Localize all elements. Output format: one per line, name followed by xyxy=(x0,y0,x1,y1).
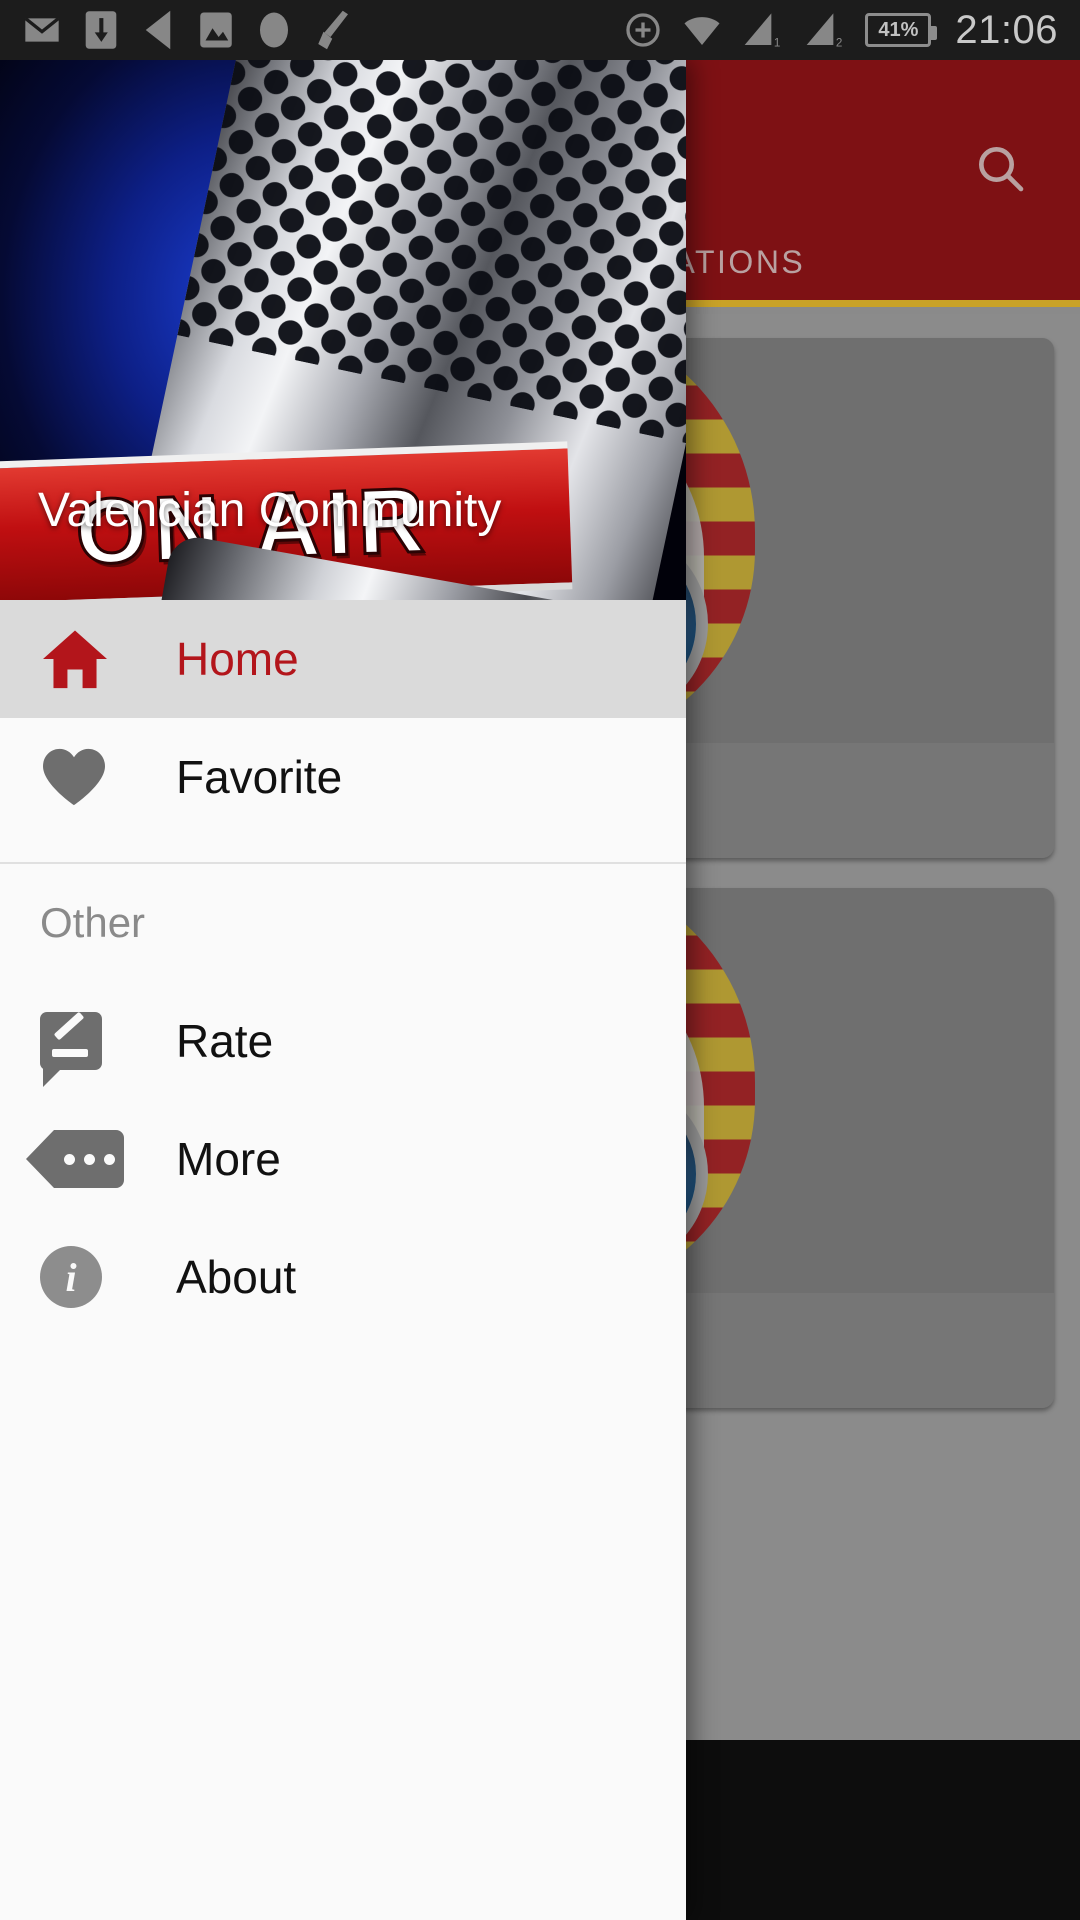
microphone-grille xyxy=(177,60,686,444)
sidebar-item-about[interactable]: i About xyxy=(0,1218,686,1336)
sidebar-item-label: Favorite xyxy=(176,751,343,803)
location-add-icon xyxy=(626,13,661,47)
home-icon xyxy=(40,627,124,691)
info-circle-icon: i xyxy=(40,1246,124,1308)
navigation-drawer[interactable]: ON AIR Valencian Community Home Favorite… xyxy=(0,60,686,1920)
status-bar-notifications xyxy=(22,9,623,51)
warning-download-icon xyxy=(85,11,117,49)
status-bar-clock: 21:06 xyxy=(955,7,1058,52)
drawer-title: Valencian Community xyxy=(38,484,502,537)
sidebar-item-home[interactable]: Home xyxy=(0,600,686,718)
wifi-icon xyxy=(684,17,720,45)
sidebar-item-rate[interactable]: Rate xyxy=(0,982,686,1100)
sidebar-item-label: Rate xyxy=(176,1015,274,1067)
svg-text:2: 2 xyxy=(836,37,842,50)
drawer-menu[interactable]: Home Favorite Other Rate More i About xyxy=(0,600,686,1920)
rate-edit-icon xyxy=(40,1011,124,1087)
sidebar-item-more[interactable]: More xyxy=(0,1100,686,1218)
image-icon xyxy=(200,12,232,48)
broom-cleaner-icon xyxy=(318,10,348,50)
email-icon xyxy=(24,17,60,42)
battery-icon: 41% xyxy=(865,13,938,47)
signal-2-icon: 2 xyxy=(807,13,843,50)
sidebar-item-label: Home xyxy=(176,633,299,685)
status-bar-system-icons: 1 2 41% 21:06 xyxy=(623,8,1058,53)
battery-percent-label: 41% xyxy=(878,18,919,41)
drawer-header: ON AIR Valencian Community xyxy=(0,60,686,600)
status-bar: 1 2 41% 21:06 xyxy=(0,0,1080,60)
menu-section-header: Other xyxy=(40,899,146,946)
back-chevron-icon xyxy=(145,10,171,50)
search-icon[interactable] xyxy=(964,132,1036,204)
sidebar-item-label: About xyxy=(176,1251,297,1303)
signal-1-icon: 1 xyxy=(745,13,781,50)
sidebar-item-favorite[interactable]: Favorite xyxy=(0,718,686,836)
circle-icon xyxy=(260,12,288,48)
sidebar-item-label: More xyxy=(176,1133,281,1185)
more-tag-icon xyxy=(26,1130,124,1188)
screen-root: STATIONS elló xyxy=(0,0,1080,1920)
heart-icon xyxy=(40,746,124,808)
svg-text:1: 1 xyxy=(774,37,780,50)
